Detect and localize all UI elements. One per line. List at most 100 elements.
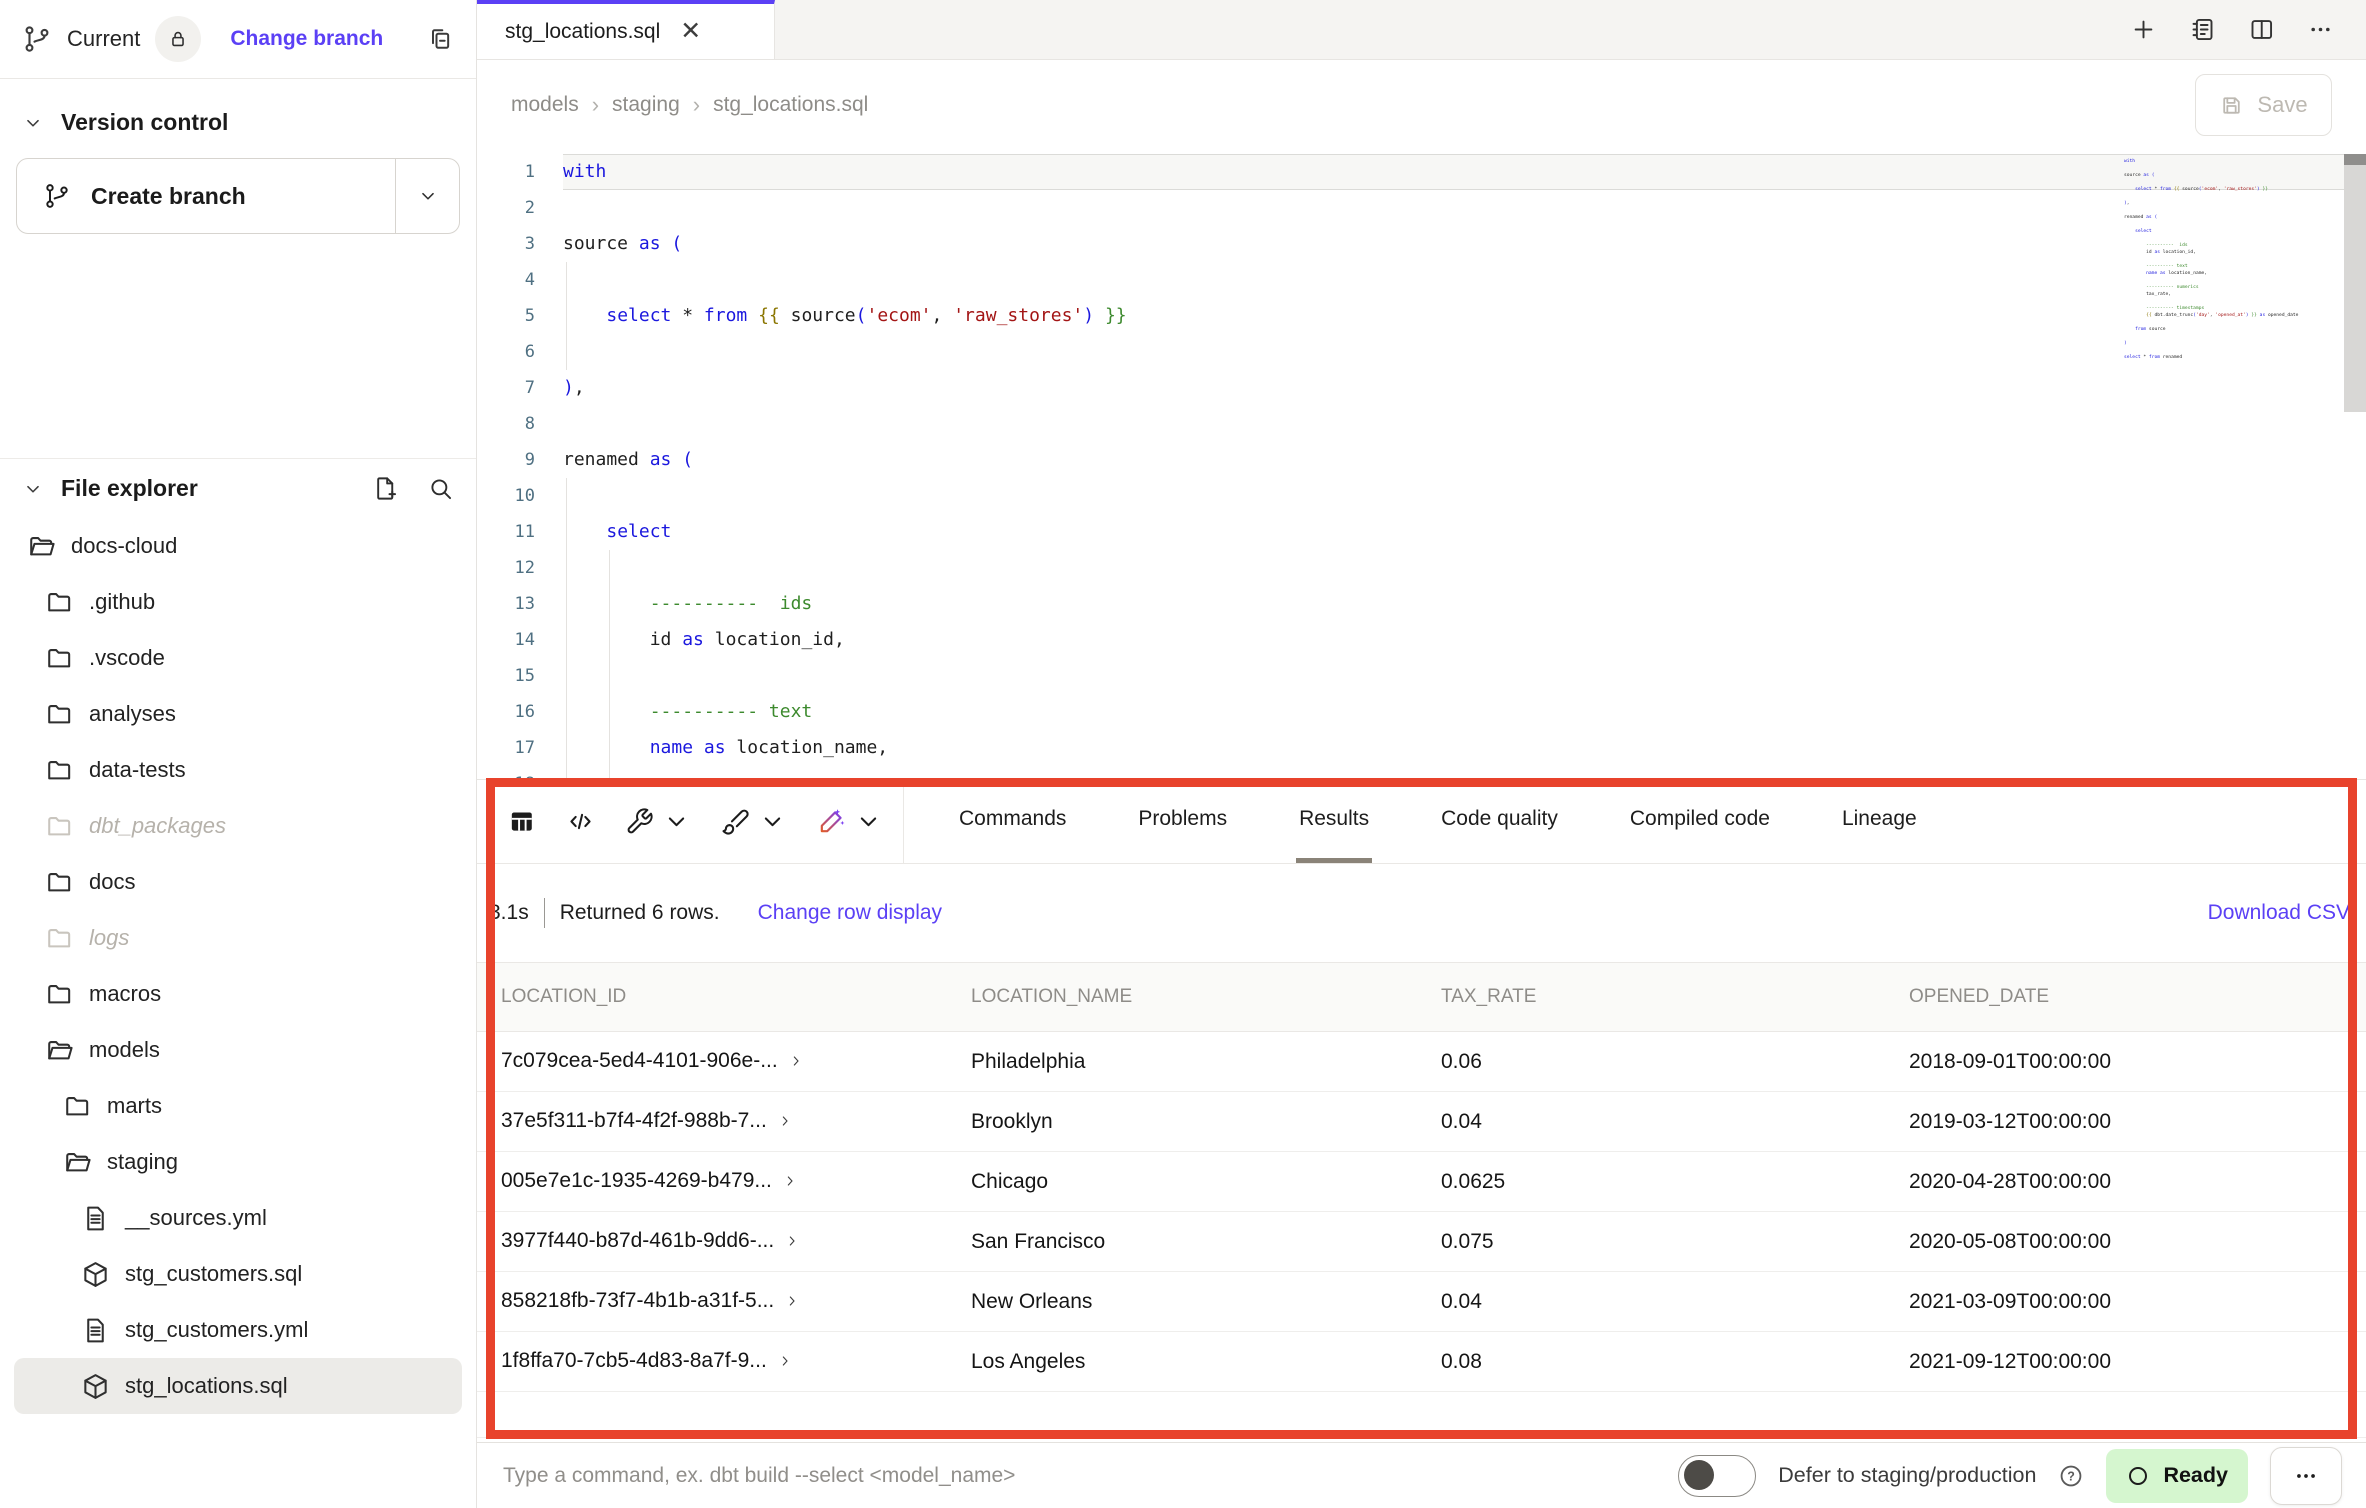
chevron-down-icon[interactable] (854, 807, 883, 836)
new-tab-icon[interactable] (2130, 16, 2157, 43)
panel-tab-code-quality[interactable]: Code quality (1438, 780, 1561, 863)
file-tree-item-label: staging (107, 1149, 178, 1175)
change-branch-link[interactable]: Change branch (230, 27, 383, 51)
expand-cell-icon[interactable] (782, 1171, 798, 1195)
file-tree-item-label: marts (107, 1093, 162, 1119)
breadcrumb-segment[interactable]: stg_locations.sql (713, 93, 868, 117)
editor-tab-stg-locations[interactable]: stg_locations.sql ✕ (477, 0, 775, 59)
file-tree-item-data-tests[interactable]: data-tests (14, 742, 462, 798)
build-tools-button[interactable] (625, 807, 691, 836)
folder-icon (45, 868, 74, 897)
format-brush-button[interactable] (721, 807, 787, 836)
line-number: 3 (477, 226, 563, 262)
ai-assist-button[interactable] (817, 807, 883, 836)
file-tree-item-label: analyses (89, 701, 176, 727)
file-tree-item-docs-cloud[interactable]: docs-cloud (14, 518, 462, 574)
line-number: 7 (477, 370, 563, 406)
expand-cell-icon[interactable] (777, 1111, 793, 1135)
folder-open-icon (27, 532, 56, 561)
file-tree-item--github[interactable]: .github (14, 574, 462, 630)
table-cell: 0.04 (1417, 1290, 1885, 1314)
panel-tab-results[interactable]: Results (1296, 780, 1372, 863)
copy-button[interactable] (426, 25, 454, 53)
code-line-12: 12 (477, 550, 2366, 586)
breadcrumb-separator: › (693, 92, 700, 118)
panel-tab-lineage[interactable]: Lineage (1839, 780, 1920, 863)
more-options-button[interactable] (2270, 1447, 2342, 1505)
notebook-icon[interactable] (2189, 16, 2216, 43)
chevron-down-icon[interactable] (662, 807, 691, 836)
new-file-icon[interactable] (372, 475, 399, 502)
table-header-row: LOCATION_IDLOCATION_NAMETAX_RATEOPENED_D… (477, 962, 2366, 1032)
editor-tabstrip: stg_locations.sql ✕ (477, 0, 2366, 60)
create-branch-button[interactable]: Create branch (17, 159, 395, 233)
scrollbar-thumb[interactable] (2344, 154, 2366, 165)
code-preview-icon (566, 807, 595, 836)
table-cell: 2020-05-08T00:00:00 (1885, 1230, 2366, 1254)
panel-tab-problems[interactable]: Problems (1135, 780, 1230, 863)
indent-guide (609, 730, 610, 766)
status-bar: Defer to staging/production ? Ready (477, 1442, 2366, 1508)
defer-toggle[interactable] (1678, 1455, 1756, 1497)
editor-minimap[interactable]: with source as ( select * from {{ source… (2124, 158, 2334, 433)
file-tree-item-marts[interactable]: marts (14, 1078, 462, 1134)
table-row: 37e5f311-b7f4-4f2f-988b-7...Brooklyn0.04… (477, 1092, 2366, 1152)
file-tree-item--sources-yml[interactable]: __sources.yml (14, 1190, 462, 1246)
table-cell: 1f8ffa70-7cb5-4d83-8a7f-9... (477, 1349, 947, 1375)
file-tree-item-stg-customers-sql[interactable]: stg_customers.sql (14, 1246, 462, 1302)
file-tree-item--vscode[interactable]: .vscode (14, 630, 462, 686)
expand-cell-icon[interactable] (784, 1291, 800, 1315)
expand-cell-icon[interactable] (777, 1351, 793, 1375)
results-table-button[interactable] (507, 807, 536, 836)
file-tree-item-logs[interactable]: logs (14, 910, 462, 966)
file-tree-item-label: logs (89, 925, 129, 951)
breadcrumb-segment[interactable]: staging (612, 93, 680, 117)
file-tree-item-stg-locations-sql[interactable]: stg_locations.sql (14, 1358, 462, 1414)
code-preview-button[interactable] (566, 807, 595, 836)
line-number: 14 (477, 622, 563, 658)
indent-guide (566, 586, 567, 622)
file-tree-item-stg-customers-yml[interactable]: stg_customers.yml (14, 1302, 462, 1358)
close-tab-icon[interactable]: ✕ (680, 19, 701, 44)
code-editor[interactable]: 1with2 3source as (4 5 select * from {{ … (477, 150, 2366, 779)
code-line-15: 15 (477, 658, 2366, 694)
file-explorer-actions (372, 475, 454, 502)
code-line-17: 17 name as location_name, (477, 730, 2366, 766)
sidebar: Current Change branch Version control Cr… (0, 0, 477, 1508)
search-icon[interactable] (427, 475, 454, 502)
breadcrumb-segment[interactable]: models (511, 93, 579, 117)
file-tree-item-dbt-packages[interactable]: dbt_packages (14, 798, 462, 854)
editor-scrollbar[interactable] (2344, 154, 2366, 412)
file-tree-item-analyses[interactable]: analyses (14, 686, 462, 742)
expand-cell-icon[interactable] (784, 1231, 800, 1255)
ready-status-badge[interactable]: Ready (2106, 1449, 2248, 1503)
save-button[interactable]: Save (2195, 74, 2332, 136)
version-control-header[interactable]: Version control (0, 109, 476, 136)
table-cell: New Orleans (947, 1290, 1417, 1314)
download-csv-link[interactable]: Download CSV (2208, 901, 2350, 925)
change-row-display-link[interactable]: Change row display (758, 901, 942, 925)
more-icon[interactable] (2307, 16, 2334, 43)
chevron-down-icon[interactable] (758, 807, 787, 836)
command-input[interactable] (503, 1464, 1656, 1488)
file-tree-item-staging[interactable]: staging (14, 1134, 462, 1190)
panel-tab-commands[interactable]: Commands (956, 780, 1069, 863)
chevron-down-icon (22, 478, 44, 500)
line-number: 11 (477, 514, 563, 550)
code-line-4: 4 (477, 262, 2366, 298)
file-tree-item-label: stg_locations.sql (125, 1373, 288, 1399)
split-editor-icon[interactable] (2248, 16, 2275, 43)
expand-cell-icon[interactable] (788, 1051, 804, 1075)
file-tree-item-macros[interactable]: macros (14, 966, 462, 1022)
help-icon[interactable]: ? (2058, 1463, 2084, 1489)
panel-tab-compiled-code[interactable]: Compiled code (1627, 780, 1773, 863)
file-tree-item-label: __sources.yml (125, 1205, 267, 1231)
create-branch-dropdown[interactable] (395, 159, 459, 233)
file-tree-item-docs[interactable]: docs (14, 854, 462, 910)
table-cell: 2021-03-09T00:00:00 (1885, 1290, 2366, 1314)
file-tree-item-models[interactable]: models (14, 1022, 462, 1078)
branch-lock-badge (155, 16, 201, 62)
folder-icon (63, 1092, 92, 1121)
table-cell: 858218fb-73f7-4b1b-a31f-5... (477, 1289, 947, 1315)
file-explorer-header[interactable]: File explorer (0, 459, 476, 512)
